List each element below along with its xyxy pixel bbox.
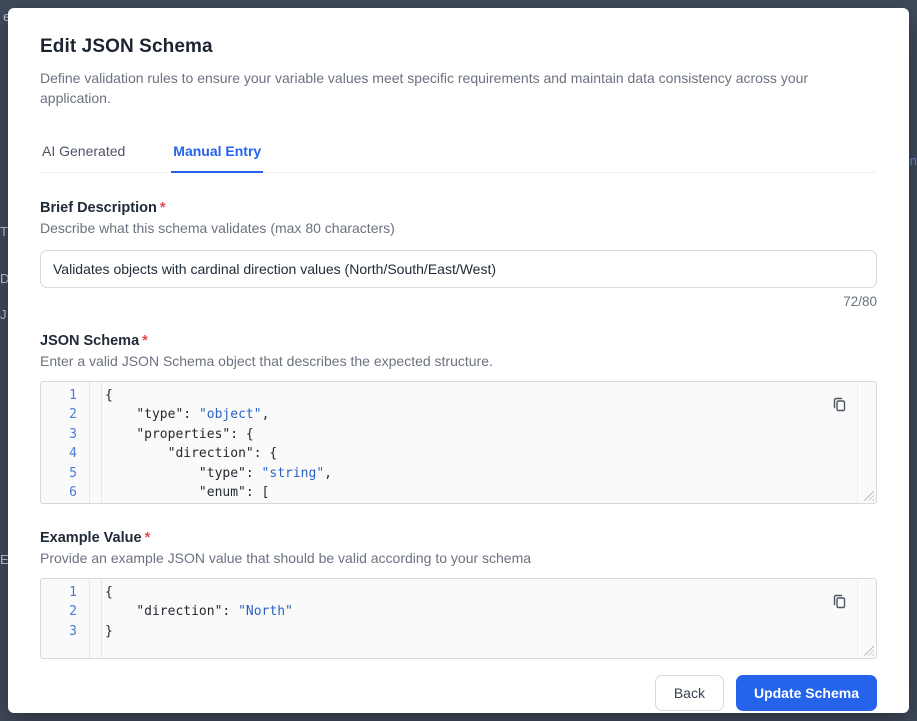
example-value-label: Example Value* [40,530,877,546]
indent-guide [101,382,102,503]
json-schema-editor[interactable]: 1234567 { "type": "object", "properties"… [40,381,877,504]
modal-subtitle: Define validation rules to ensure your v… [40,68,877,109]
line-number-gutter: 123 [41,583,89,642]
char-count: 72/80 [40,294,877,309]
example-value-editor-content: 123 { "direction": "North"} [41,579,876,642]
back-button[interactable]: Back [655,675,724,711]
example-value-section: Example Value* Provide an example JSON v… [40,530,877,659]
scrollbar-track [857,382,858,503]
example-value-label-text: Example Value [40,530,142,546]
json-schema-label-text: JSON Schema [40,333,139,349]
tab-ai-generated[interactable]: AI Generated [40,133,127,173]
json-schema-helper: Enter a valid JSON Schema object that de… [40,353,877,369]
brief-description-section: Brief Description* Describe what this sc… [40,200,877,309]
line-number-gutter: 1234567 [41,386,89,504]
brief-description-label-text: Brief Description [40,200,157,216]
brief-description-helper: Describe what this schema validates (max… [40,220,877,236]
copy-button[interactable] [826,588,852,614]
modal-footer: Back Update Schema [8,659,909,713]
copy-button[interactable] [826,391,852,417]
edit-json-schema-modal: Edit JSON Schema Define validation rules… [8,8,909,713]
brief-description-input[interactable] [40,250,877,288]
scrollbar-track [857,579,858,658]
example-value-helper: Provide an example JSON value that shoul… [40,550,877,566]
code-area[interactable]: { "type": "object", "properties": { "dir… [89,386,332,504]
bg-fragment: T [0,224,8,239]
json-schema-editor-content: 1234567 { "type": "object", "properties"… [41,382,876,504]
required-asterisk: * [142,333,148,349]
update-schema-button[interactable]: Update Schema [736,675,877,711]
code-area[interactable]: { "direction": "North"} [89,583,293,642]
modal-title: Edit JSON Schema [40,36,877,58]
copy-icon [831,593,847,609]
required-asterisk: * [145,530,151,546]
tab-manual-entry[interactable]: Manual Entry [171,133,263,173]
gutter-divider [89,579,90,658]
indent-guide [101,579,102,658]
bg-fragment: J [0,307,7,322]
required-asterisk: * [160,200,166,216]
json-schema-section: JSON Schema* Enter a valid JSON Schema o… [40,333,877,504]
brief-description-label: Brief Description* [40,200,877,216]
copy-icon [831,396,847,412]
modal-content: Edit JSON Schema Define validation rules… [8,8,909,659]
gutter-divider [89,382,90,503]
json-schema-label: JSON Schema* [40,333,877,349]
resize-handle[interactable] [863,645,874,656]
example-value-editor[interactable]: 123 { "direction": "North"} [40,578,877,659]
tab-bar: AI Generated Manual Entry [40,133,877,173]
